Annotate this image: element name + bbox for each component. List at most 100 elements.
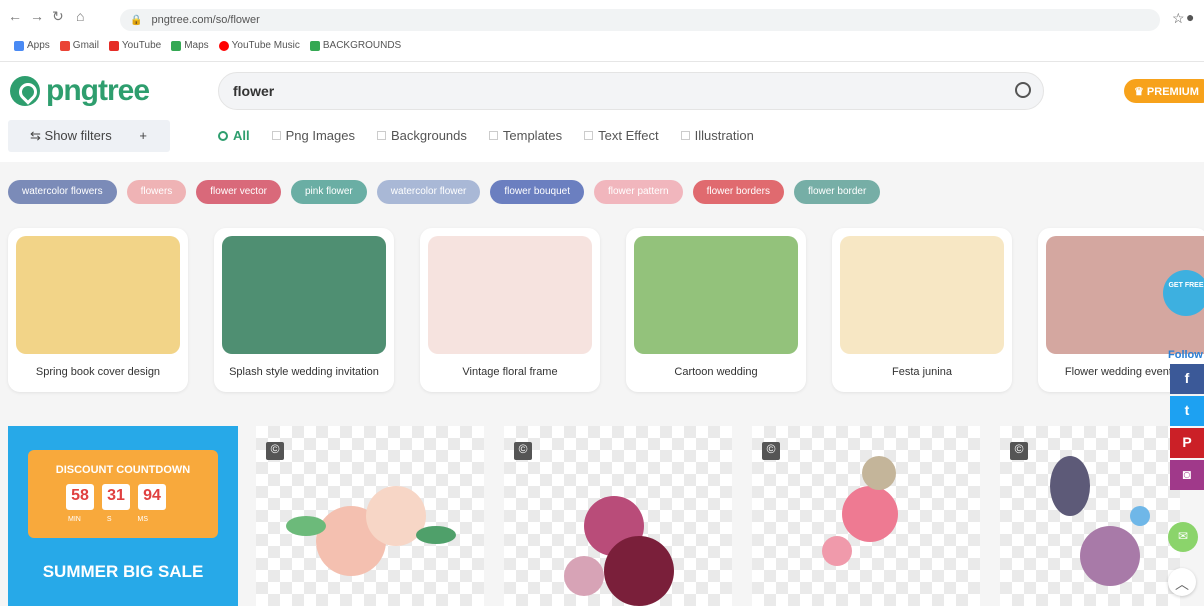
tab-backgrounds[interactable]: Backgrounds [377, 128, 467, 143]
bookmark-apps[interactable]: Apps [14, 40, 50, 51]
maps-icon [171, 40, 182, 51]
show-filters-button[interactable]: ⇆ Show filters + [8, 120, 170, 152]
instagram-icon[interactable]: ◙ [1170, 460, 1204, 490]
chip-pink-flower[interactable]: pink flower [290, 180, 367, 204]
countdown-timer: 58 31 94 [66, 484, 166, 510]
results-grid: © © © © [256, 426, 1180, 606]
leaf-image [862, 456, 896, 490]
chip-flower-pattern[interactable]: flower pattern [593, 180, 683, 204]
card-thumbnail [428, 236, 592, 354]
countdown-minutes: 58 [66, 484, 94, 510]
premium-label: PREMIUM [1146, 86, 1199, 98]
plus-icon: + [139, 128, 147, 143]
youtube-icon [108, 40, 119, 51]
flower-image [564, 556, 604, 596]
result-tile[interactable]: © [504, 426, 732, 606]
tab-text-effect[interactable]: Text Effect [584, 128, 659, 143]
butterfly-image [1130, 506, 1150, 526]
flower-image [822, 536, 852, 566]
bookmark-gmail[interactable]: Gmail [59, 40, 99, 51]
chip-flower-vector[interactable]: flower vector [196, 180, 281, 204]
chip-watercolor-flowers[interactable]: watercolor flowers [8, 180, 117, 204]
show-filters-label: Show filters [44, 128, 112, 143]
bookmarks-bar: Apps Gmail YouTube Maps YouTube Music BA… [14, 40, 401, 51]
bookmark-maps[interactable]: Maps [171, 40, 209, 51]
follow-label: Follow [1168, 349, 1203, 361]
leaf-image [1050, 456, 1090, 516]
copyright-badge-icon: © [514, 442, 532, 460]
back-to-top-icon[interactable]: ︿ [1168, 568, 1196, 596]
get-free-button[interactable]: GET FREE [1163, 270, 1204, 316]
checkbox-icon [271, 131, 281, 140]
star-icon[interactable]: ☆ [1172, 10, 1185, 27]
checkbox-icon [584, 131, 594, 140]
result-tile[interactable]: © [256, 426, 484, 606]
pinterest-icon[interactable]: P [1170, 428, 1204, 458]
flower-image [604, 536, 674, 606]
category-tabs: All Png Images Backgrounds Templates Tex… [218, 128, 754, 143]
promo-banner[interactable]: DISCOUNT COUNTDOWN 58 31 94 MIN S MS SUM… [8, 426, 238, 606]
chip-flower-bouquet[interactable]: flower bouquet [490, 180, 584, 204]
url-text: pngtree.com/so/flower [151, 14, 260, 26]
tab-illustration[interactable]: Illustration [680, 128, 754, 143]
radio-icon [218, 130, 228, 141]
countdown-labels: MIN S MS [68, 516, 149, 523]
chip-flowers[interactable]: flowers [126, 180, 187, 204]
home-icon[interactable]: ⌂ [76, 8, 84, 24]
profile-icon[interactable]: ● [1186, 9, 1194, 25]
card-title: Festa junina [892, 366, 952, 378]
collection-card[interactable]: Vintage floral frame [420, 228, 600, 392]
bookmark-youtube[interactable]: YouTube [108, 40, 161, 51]
collection-card[interactable]: Cartoon wedding [626, 228, 806, 392]
reload-icon[interactable]: ↻ [52, 8, 64, 25]
search-icon[interactable] [1015, 82, 1031, 98]
premium-button[interactable]: ♛ PREMIUM [1124, 79, 1204, 103]
collection-cards: Spring book cover design Splash style we… [8, 228, 1204, 392]
tab-templates[interactable]: Templates [488, 128, 562, 143]
result-tile[interactable]: © [1000, 426, 1180, 606]
twitter-icon[interactable]: t [1170, 396, 1204, 426]
leaf-image [286, 516, 326, 536]
facebook-icon[interactable]: f [1170, 364, 1204, 394]
leaf-image [416, 526, 456, 544]
browser-chrome: ← → ↻ ⌂ 🔒 pngtree.com/so/flower ☆ ● Apps… [0, 0, 1204, 62]
copyright-badge-icon: © [1010, 442, 1028, 460]
checkbox-icon [377, 131, 386, 140]
backgrounds-icon [309, 40, 320, 51]
flower-image [1080, 526, 1140, 586]
chip-watercolor-flower[interactable]: watercolor flower [376, 180, 481, 204]
result-tile[interactable]: © [752, 426, 980, 606]
countdown-seconds: 31 [102, 484, 130, 510]
logo[interactable]: pngtree [10, 74, 150, 108]
chip-flower-borders[interactable]: flower borders [692, 180, 784, 204]
chip-flower-border[interactable]: flower border [793, 180, 881, 204]
tab-all[interactable]: All [218, 128, 250, 143]
mail-icon[interactable]: ✉ [1168, 522, 1198, 552]
logo-icon [10, 76, 40, 106]
lock-icon: 🔒 [130, 15, 143, 26]
bookmark-youtube-music[interactable]: YouTube Music [218, 40, 300, 51]
copyright-badge-icon: © [762, 442, 780, 460]
youtube-music-icon [218, 40, 229, 51]
tab-png-images[interactable]: Png Images [271, 128, 355, 143]
collection-card[interactable]: Splash style wedding invitation [214, 228, 394, 392]
search-input[interactable] [233, 83, 933, 99]
keyword-chips: watercolor flowers flowers flower vector… [8, 180, 881, 204]
collection-card[interactable]: Spring book cover design [8, 228, 188, 392]
address-bar[interactable]: 🔒 pngtree.com/so/flower [120, 9, 1160, 31]
search-bar [218, 72, 1044, 110]
collection-card[interactable]: Festa junina [832, 228, 1012, 392]
countdown-ms: 94 [138, 484, 166, 510]
checkbox-icon [488, 131, 498, 140]
bookmark-backgrounds[interactable]: BACKGROUNDS [309, 40, 401, 51]
back-icon[interactable]: ← [8, 8, 22, 24]
gmail-icon [59, 40, 70, 51]
forward-icon[interactable]: → [30, 8, 44, 24]
checkbox-icon [680, 131, 690, 140]
card-thumbnail [840, 236, 1004, 354]
card-title: Cartoon wedding [674, 366, 758, 378]
apps-icon [14, 40, 24, 51]
card-thumbnail [16, 236, 180, 354]
copyright-badge-icon: © [266, 442, 284, 460]
card-title: Vintage floral frame [462, 366, 558, 378]
